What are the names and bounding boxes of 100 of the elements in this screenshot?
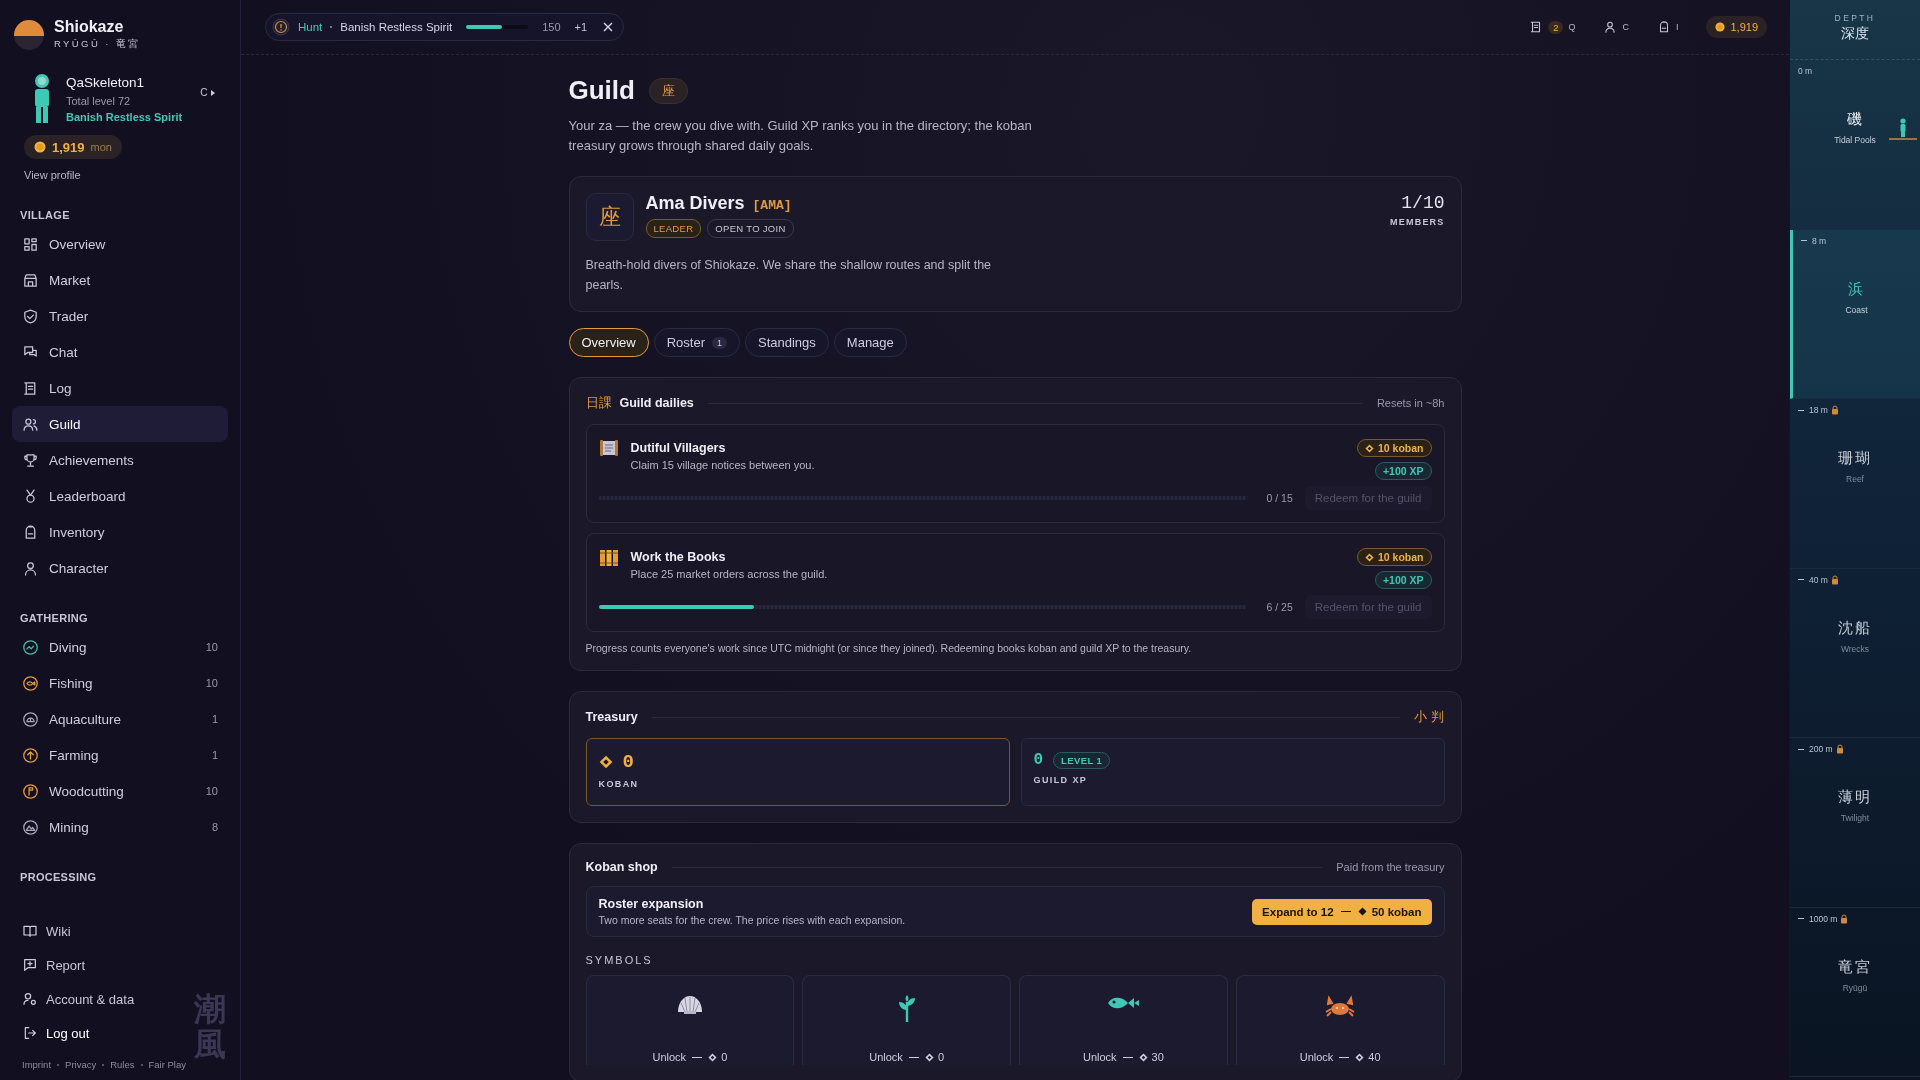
tab[interactable]: Manage <box>833 328 907 357</box>
depth-label: 40 m <box>1809 574 1828 585</box>
nav-item[interactable]: Achievements <box>12 442 228 478</box>
section-heading: GATHERING <box>20 612 88 624</box>
trophy-icon <box>22 451 39 469</box>
nav-item[interactable]: Market <box>12 262 228 298</box>
zone-name: Wrecks <box>1840 643 1870 654</box>
person-icon <box>1603 20 1618 34</box>
report-icon <box>22 957 38 973</box>
tab[interactable]: Roster 1 <box>653 328 740 357</box>
diamond-icon <box>1355 1052 1365 1062</box>
koban-reward: 10 koban <box>1356 439 1432 457</box>
tab[interactable]: Overview <box>568 328 649 357</box>
nav-item[interactable]: Character <box>12 550 228 586</box>
count-badge: 1 <box>712 336 727 349</box>
nav-link[interactable]: Report <box>12 948 96 982</box>
close-icon <box>603 22 614 32</box>
zone-kanji: 珊瑚 <box>1838 449 1872 468</box>
depth-label: 200 m <box>1809 744 1833 754</box>
hotkey-label: C <box>200 87 208 98</box>
nav-item[interactable]: Log <box>12 370 228 406</box>
sprout-icon <box>896 994 917 1022</box>
lock-icon <box>1835 744 1844 754</box>
koban-amount: 0 <box>622 751 634 773</box>
tab[interactable]: Standings <box>745 328 829 357</box>
unlock-button[interactable]: Unlock 40 <box>1299 1051 1381 1063</box>
coin-amount: 1,919 <box>1730 21 1758 33</box>
toolbar-shortcut[interactable]: C <box>1603 20 1629 34</box>
activity-value: 150 <box>542 21 561 33</box>
arrow-up-icon <box>22 746 39 764</box>
depth-zone[interactable]: 200 m 薄明 Twilight <box>1790 738 1920 908</box>
nav-item[interactable]: Fishing 10 <box>12 665 228 701</box>
progress-count: 0 / 15 <box>1265 492 1293 504</box>
nav-link[interactable]: Wiki <box>12 914 81 948</box>
koban-reward: 10 koban <box>1356 548 1432 566</box>
depth-label: 1000 m <box>1809 913 1838 924</box>
toolbar-shortcut[interactable]: 2 Q <box>1529 20 1576 34</box>
depth-zone[interactable]: 0 m 磯 Tidal Pools <box>1790 60 1920 230</box>
offer-description: Two more seats for the crew. The price rises with each expansion. <box>598 914 906 926</box>
status-badge: OPEN TO JOIN <box>707 219 794 238</box>
close-button[interactable] <box>603 22 614 32</box>
nav-link[interactable]: Account & data <box>12 982 145 1016</box>
wave-icon <box>22 638 39 656</box>
account-icon <box>22 991 38 1007</box>
unlock-button[interactable]: Unlock 30 <box>1082 1051 1164 1063</box>
diamond-icon <box>708 1052 718 1062</box>
lock-icon <box>1830 405 1839 415</box>
mountain-icon <box>22 818 39 836</box>
nav-item[interactable]: Overview <box>12 226 228 262</box>
nav-item[interactable]: Farming 1 <box>12 737 228 773</box>
nav-item[interactable]: Chat <box>12 334 228 370</box>
zone-kanji: 浜 <box>1848 279 1865 299</box>
footer-link[interactable]: Rules <box>110 1059 135 1070</box>
nav-item[interactable]: Aquaculture 1 <box>12 701 228 737</box>
nav-item[interactable]: Diving 10 <box>12 629 228 665</box>
unlock-button[interactable]: Unlock 0 <box>869 1051 944 1063</box>
coin-unit: mon <box>90 141 112 153</box>
nav-link[interactable]: Log out <box>12 1016 100 1050</box>
expand-button[interactable]: Expand to 12 50 koban <box>1252 898 1432 925</box>
hotkey-label: I <box>1675 22 1679 32</box>
app-name: Shiokaze <box>54 18 125 36</box>
lock-icon <box>1830 574 1839 585</box>
nav-item[interactable]: Inventory <box>12 514 228 550</box>
shield-icon <box>22 307 39 325</box>
footer-link[interactable]: Fair Play <box>148 1059 186 1070</box>
unlock-button[interactable]: Unlock 0 <box>652 1051 728 1063</box>
title-badge: 座 <box>648 77 688 104</box>
scroll-icon <box>598 439 619 457</box>
depth-zone[interactable]: 1000 m 竜宮 Ryūgū <box>1790 907 1920 1077</box>
zone-kanji: 磯 <box>1846 110 1864 129</box>
coin-icon <box>34 141 46 153</box>
nav-item[interactable]: Leaderboard <box>12 478 228 514</box>
depth-zone[interactable]: 8 m 浜 Coast <box>1790 229 1920 399</box>
grid-icon <box>22 235 39 253</box>
dailies-note: Progress counts everyone's work since UTC midnight (or since they joined). Redeeming books koban and guild XP to the treasury. <box>585 642 1193 654</box>
depth-zone[interactable]: 18 m 珊瑚 Reef <box>1790 399 1920 569</box>
storefront-icon <box>22 271 39 289</box>
progress-count: 6 / 25 <box>1265 601 1293 613</box>
guild-emblem: 座 <box>585 193 634 241</box>
guild-tag: [AMA] <box>752 198 792 213</box>
footer-link[interactable]: Imprint <box>22 1059 52 1070</box>
task-title: Dutiful Villagers <box>630 441 727 455</box>
xp-amount: 0 <box>1033 751 1044 769</box>
total-level: Total level 72 <box>66 95 132 107</box>
page-description: Your za — the crew you dive with. Guild XP ranks you in the directory; the koban treasury grows through shared daily goals. <box>568 117 1033 155</box>
depth-zone[interactable]: 40 m 沈船 Wrecks <box>1790 568 1920 738</box>
nav-item[interactable]: Mining 8 <box>12 809 228 845</box>
lock-icon <box>1840 913 1849 924</box>
guild-name: Ama Divers <box>645 193 745 214</box>
hotkey-label: C <box>1622 22 1629 32</box>
caret-icon <box>210 88 217 97</box>
count-badge: 2 <box>1548 20 1564 34</box>
view-profile-link[interactable]: View profile <box>24 169 81 181</box>
nav-item[interactable]: Guild <box>12 406 228 442</box>
nav-item[interactable]: Woodcutting 10 <box>12 773 228 809</box>
toolbar-shortcut[interactable]: I <box>1656 20 1679 34</box>
task-description: Place 25 market orders across the guild. <box>630 568 828 580</box>
nav-item[interactable]: Trader <box>12 298 228 334</box>
footer-link[interactable]: Privacy <box>65 1059 97 1070</box>
diamond-icon <box>1364 443 1374 453</box>
